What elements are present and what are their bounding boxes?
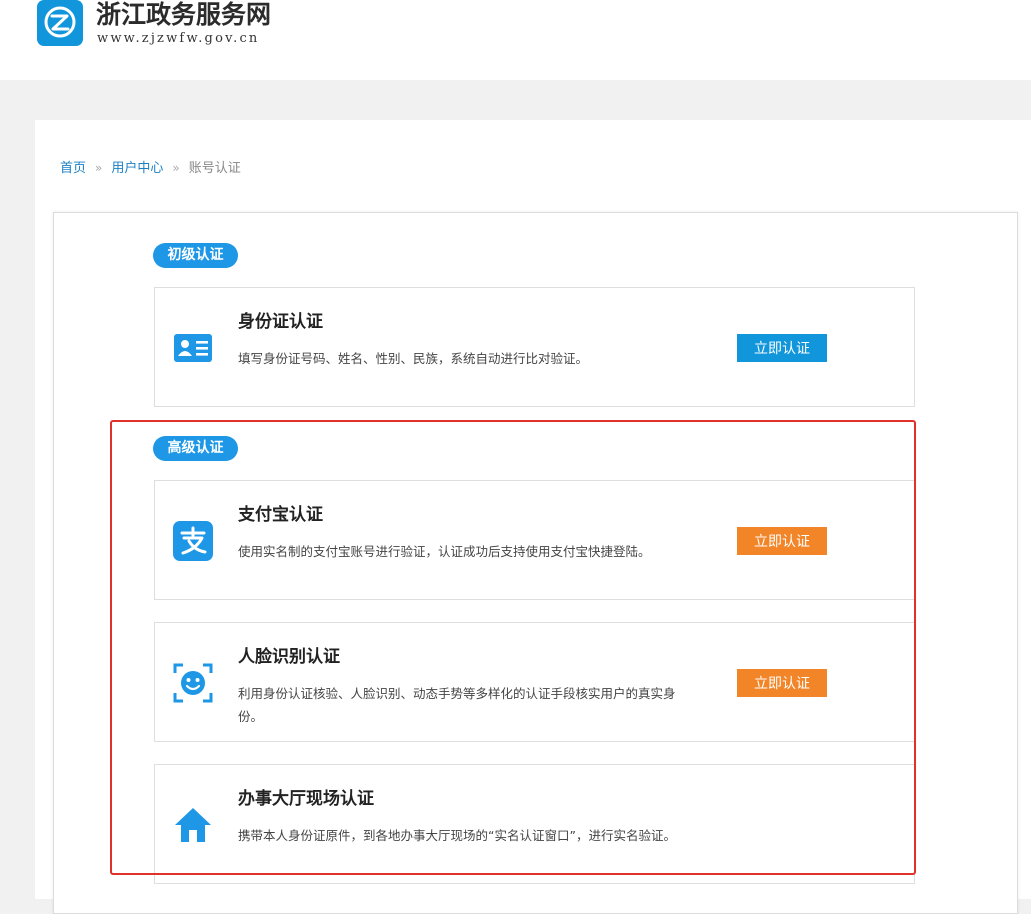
breadcrumb-user-center[interactable]: 用户中心 — [111, 161, 163, 176]
id-card-icon — [173, 328, 213, 368]
breadcrumb-current: 账号认证 — [188, 161, 241, 176]
advanced-verification-highlight — [110, 420, 916, 875]
site-header: 浙江政务服务网 www.zjzwfw.gov.cn — [0, 0, 1031, 80]
site-url: www.zjzwfw.gov.cn — [97, 31, 260, 46]
breadcrumb: 首页 » 用户中心 » 账号认证 — [60, 158, 241, 179]
site-logo-icon[interactable] — [37, 0, 83, 46]
breadcrumb-home[interactable]: 首页 — [60, 161, 86, 176]
breadcrumb-separator: » — [172, 161, 180, 175]
id-card-title: 身份证认证 — [238, 312, 323, 332]
id-card-verification-card: 身份证认证 填写身份证号码、姓名、性别、民族，系统自动进行比对验证。 立即认证 — [154, 287, 915, 407]
site-name: 浙江政务服务网 — [96, 0, 272, 29]
basic-level-badge: 初级认证 — [153, 243, 238, 268]
id-card-verify-button[interactable]: 立即认证 — [737, 334, 827, 362]
breadcrumb-separator: » — [95, 161, 103, 175]
id-card-description: 填写身份证号码、姓名、性别、民族，系统自动进行比对验证。 — [238, 351, 589, 366]
